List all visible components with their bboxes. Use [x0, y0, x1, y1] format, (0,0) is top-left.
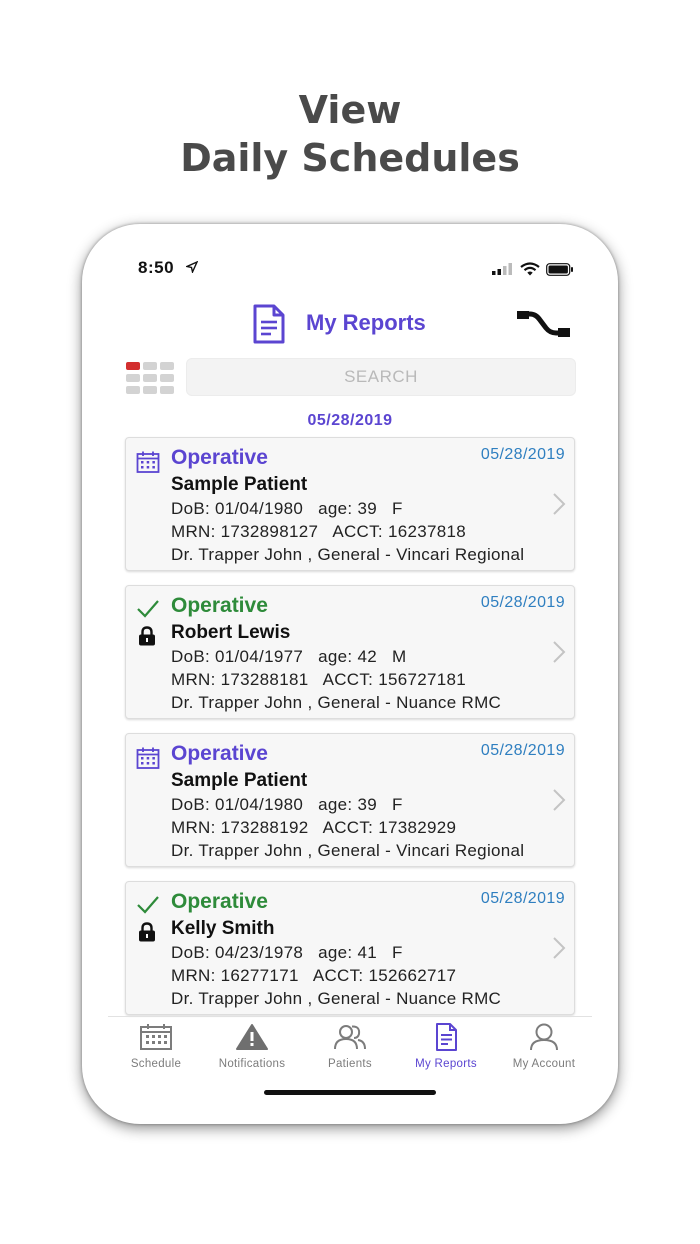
tab-patients[interactable]: Patients: [302, 1023, 398, 1070]
chevron-right-icon: [552, 788, 566, 817]
chevron-right-icon: [552, 640, 566, 669]
signal-icon: [492, 263, 512, 275]
check-icon: [136, 895, 160, 920]
patient-ids: MRN: 1732898127 ACCT: 16237818: [171, 522, 467, 541]
tab-label: Notifications: [218, 1058, 286, 1070]
report-type: Operative: [171, 594, 268, 617]
patient-dob: DoB: 01/04/1980 age: 39 F: [171, 499, 403, 518]
report-card[interactable]: Operative 05/28/2019 Sample Patient DoB:…: [125, 437, 575, 571]
users-icon: [334, 1025, 366, 1050]
calendar-icon: [140, 1024, 172, 1050]
phone-frame: 8:50 My Reports SEARCH 05/28/2019 Operat…: [82, 224, 618, 1124]
patient-ids: MRN: 16277171 ACCT: 152662717: [171, 966, 457, 985]
provider-line: Dr. Trapper John , General - Vincari Reg…: [171, 545, 525, 564]
swap-icon[interactable]: [516, 310, 572, 343]
patient-dob: DoB: 01/04/1980 age: 39 F: [171, 795, 403, 814]
provider-line: Dr. Trapper John , General - Vincari Reg…: [171, 841, 525, 860]
lock-icon: [138, 922, 156, 947]
patient-ids: MRN: 173288181 ACCT: 156727181: [171, 670, 467, 689]
patient-dob: DoB: 04/23/1978 age: 41 F: [171, 943, 403, 962]
tab-my-account[interactable]: My Account: [496, 1023, 592, 1070]
provider-line: Dr. Trapper John , General - Nuance RMC: [171, 989, 502, 1008]
app-header: My Reports: [82, 302, 618, 344]
report-date: 05/28/2019: [480, 890, 565, 907]
report-type: Operative: [171, 890, 268, 913]
report-date: 05/28/2019: [480, 446, 565, 463]
search-input[interactable]: SEARCH: [186, 358, 576, 396]
lock-icon: [138, 626, 156, 651]
report-card[interactable]: Operative 05/28/2019 Robert Lewis DoB: 0…: [125, 585, 575, 719]
report-list: Operative 05/28/2019 Sample Patient DoB:…: [125, 437, 575, 1029]
tab-bar: Schedule Notifications Patients My Repor…: [108, 1016, 592, 1077]
patient-name: Sample Patient: [171, 770, 308, 791]
chevron-right-icon: [552, 492, 566, 521]
tab-schedule[interactable]: Schedule: [108, 1023, 204, 1070]
headline-line-2: Daily Schedules: [180, 136, 520, 180]
check-icon: [136, 599, 160, 624]
patient-name: Robert Lewis: [171, 622, 291, 643]
calendar-icon: [136, 747, 160, 774]
document-icon: [252, 304, 286, 349]
headline-line-1: View: [298, 88, 402, 132]
tab-label: Schedule: [130, 1058, 182, 1070]
tab-my-reports[interactable]: My Reports: [398, 1023, 494, 1070]
home-indicator: [264, 1090, 436, 1095]
calendar-icon: [136, 451, 160, 478]
promo-headline: View Daily Schedules: [0, 86, 700, 182]
tab-notifications[interactable]: Notifications: [204, 1023, 300, 1070]
report-card[interactable]: Operative 05/28/2019 Kelly Smith DoB: 04…: [125, 881, 575, 1015]
status-bar: 8:50: [82, 258, 618, 282]
date-header: 05/28/2019: [307, 412, 393, 429]
tab-label: Patients: [328, 1058, 372, 1070]
report-type: Operative: [171, 742, 268, 765]
patient-dob: DoB: 01/04/1977 age: 42 M: [171, 647, 407, 666]
grid-view-icon[interactable]: [126, 362, 176, 394]
status-time: 8:50: [138, 258, 175, 277]
warning-icon: [236, 1024, 268, 1050]
provider-line: Dr. Trapper John , General - Nuance RMC: [171, 693, 502, 712]
patient-name: Kelly Smith: [171, 918, 275, 939]
tab-label: My Reports: [415, 1058, 477, 1070]
patient-ids: MRN: 173288192 ACCT: 17382929: [171, 818, 457, 837]
report-date: 05/28/2019: [480, 742, 565, 759]
tab-label: My Account: [512, 1058, 576, 1070]
page-title: My Reports: [306, 310, 426, 335]
wifi-icon: [520, 262, 540, 276]
chevron-right-icon: [552, 936, 566, 965]
report-date: 05/28/2019: [480, 594, 565, 611]
report-type: Operative: [171, 446, 268, 469]
location-arrow-icon: [184, 260, 199, 278]
patient-name: Sample Patient: [171, 474, 308, 495]
document-icon: [436, 1023, 457, 1051]
search-row: SEARCH: [82, 358, 618, 396]
user-icon: [530, 1023, 558, 1051]
report-card[interactable]: Operative 05/28/2019 Sample Patient DoB:…: [125, 733, 575, 867]
battery-icon: [546, 262, 573, 276]
status-icons: [492, 262, 574, 276]
